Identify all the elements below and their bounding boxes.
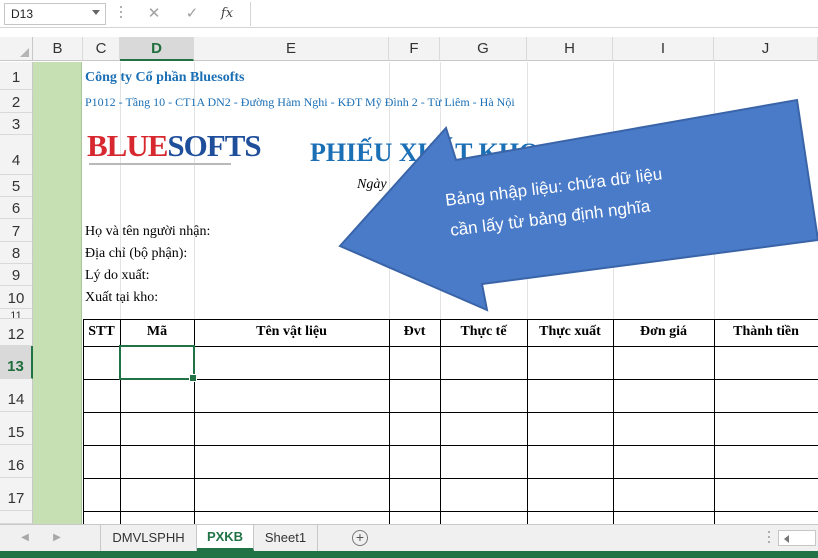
th-stt: STT [88, 324, 115, 339]
company-name: Công ty Cổ phần Bluesofts [85, 70, 245, 85]
column-header-e[interactable]: E [194, 37, 389, 61]
reason-label: Lý do xuất: [85, 268, 150, 283]
row-header-9[interactable]: 9 [0, 264, 33, 286]
warehouse-label: Xuất tại kho: [85, 290, 159, 305]
bluesofts-logo: BLUESOFTS [87, 128, 262, 163]
column-header-g[interactable]: G [440, 37, 527, 61]
row-header-17[interactable]: 17 [0, 478, 33, 511]
formula-input[interactable] [250, 2, 818, 26]
column-b-fill [33, 62, 82, 524]
confirm-icon[interactable]: ✓ [182, 4, 202, 24]
row-header-18[interactable] [0, 511, 33, 524]
column-header-c[interactable]: C [83, 37, 120, 61]
table-border [527, 319, 528, 524]
selected-cell-d13[interactable] [119, 345, 197, 382]
company-address: P1012 - Tầng 10 - CT1A DN2 - Đường Hàm N… [85, 95, 515, 109]
logo-underline [89, 163, 231, 165]
column-header-b[interactable]: B [33, 37, 83, 61]
scroll-left-icon[interactable] [784, 535, 789, 543]
row-header-3[interactable]: 3 [0, 113, 33, 135]
select-all-corner[interactable] [0, 37, 33, 61]
table-border [714, 319, 715, 524]
name-box[interactable]: D13 [4, 3, 106, 25]
document-date: Ngày [357, 177, 387, 192]
row-header-2[interactable]: 2 [0, 90, 33, 113]
row-header-4[interactable]: 4 [0, 135, 33, 175]
column-header-i[interactable]: I [613, 37, 714, 61]
column-header-h[interactable]: H [527, 37, 613, 61]
ribbon-spacer [0, 29, 818, 37]
th-code: Mã [146, 324, 168, 339]
tab-sheet1[interactable]: Sheet1 [254, 525, 318, 551]
next-sheet-icon[interactable]: ▶ [50, 531, 64, 545]
row-header-5[interactable]: 5 [0, 175, 33, 197]
row-header-8[interactable]: 8 [0, 242, 33, 264]
prev-sheet-icon[interactable]: ◀ [18, 531, 32, 545]
column-header-d[interactable]: D [120, 37, 194, 61]
row-header-13[interactable]: 13 [0, 346, 33, 379]
receiver-label: Họ và tên người nhận: [85, 224, 211, 239]
row-header-6[interactable]: 6 [0, 197, 33, 219]
table-border [440, 319, 441, 524]
row-header-7[interactable]: 7 [0, 219, 33, 242]
tab-dmvlsphh[interactable]: DMVLSPHH [100, 525, 197, 551]
th-unit-price: Đơn giá [639, 324, 688, 339]
worksheet-grid[interactable]: Công ty Cổ phần Bluesofts P1012 - Tầng 1… [33, 62, 818, 524]
tab-split-grip[interactable] [768, 531, 770, 547]
name-box-dropdown-icon[interactable] [92, 10, 100, 15]
row-header-1[interactable]: 1 [0, 62, 33, 90]
tab-pxkb[interactable]: PXKB [197, 525, 254, 551]
row-header-12[interactable]: 12 [0, 319, 33, 346]
table-border [389, 319, 390, 524]
formula-bar-grip [120, 6, 122, 22]
insert-function-icon[interactable]: fx [217, 4, 237, 24]
add-sheet-icon[interactable]: + [352, 530, 368, 546]
horizontal-scrollbar[interactable] [778, 530, 816, 546]
row-header-16[interactable]: 16 [0, 445, 33, 478]
table-border [613, 319, 614, 524]
th-actual: Thực tế [460, 324, 507, 339]
th-amount: Thành tiền [733, 324, 799, 339]
status-bar [0, 551, 818, 558]
formula-bar: D13 ✕ ✓ fx [0, 0, 818, 28]
th-material-name: Tên vật liệu [256, 324, 327, 339]
row-header-14[interactable]: 14 [0, 379, 33, 412]
sheet-tab-bar: ◀ ▶ DMVLSPHH PXKB Sheet1 + [0, 524, 818, 551]
th-issued: Thực xuất [539, 324, 601, 339]
row-header-11[interactable]: 11 [0, 309, 33, 319]
address-label: Địa chỉ (bộ phận): [85, 246, 188, 261]
row-header-10[interactable]: 10 [0, 286, 33, 309]
row-header-15[interactable]: 15 [0, 412, 33, 445]
table-border [83, 319, 84, 524]
cancel-icon[interactable]: ✕ [144, 4, 164, 24]
document-title: PHIẾU XUẤT KHO [310, 138, 540, 167]
column-header-f[interactable]: F [389, 37, 440, 61]
name-box-value: D13 [11, 7, 34, 21]
column-header-j[interactable]: J [714, 37, 818, 61]
th-unit: Đvt [403, 324, 426, 339]
